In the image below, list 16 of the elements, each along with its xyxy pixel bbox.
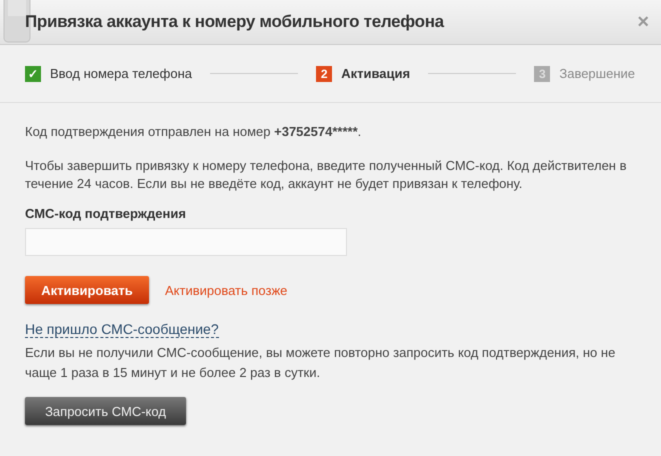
- activate-later-link[interactable]: Активировать позже: [165, 282, 288, 298]
- sms-code-input[interactable]: [25, 228, 347, 256]
- no-sms-link[interactable]: Не пришло СМС-сообщение?: [25, 321, 219, 338]
- step-label: Ввод номера телефона: [50, 66, 192, 81]
- field-label: СМС-код подтверждения: [25, 206, 187, 221]
- step-number: ✓: [25, 66, 41, 82]
- step-number: 2: [316, 66, 332, 82]
- request-code-button[interactable]: Запросить СМС-код: [25, 397, 186, 425]
- step-label: Активация: [341, 66, 410, 81]
- resend-note: Если вы не получили СМС-сообщение, вы можете повторно запросить код подтверждения, но не чаще 1 раза в 15 минут и не более 2 раз в сутки.: [25, 344, 616, 382]
- close-button[interactable]: ×: [637, 10, 649, 34]
- instructions-text: Чтобы завершить привязку к номеру телефона, введите полученный СМС-код. Код действителен в течение 24 часов. Если вы не введёте код, аккаунт не будет привязан к телефону.: [25, 157, 628, 193]
- activate-button[interactable]: Активировать: [25, 276, 149, 304]
- step-label: Завершение: [559, 66, 635, 81]
- sent-message: Код подтверждения отправлен на номер +3752574*****.: [25, 124, 362, 139]
- window-title: Привязка аккаунта к номеру мобильного телефона: [25, 12, 444, 32]
